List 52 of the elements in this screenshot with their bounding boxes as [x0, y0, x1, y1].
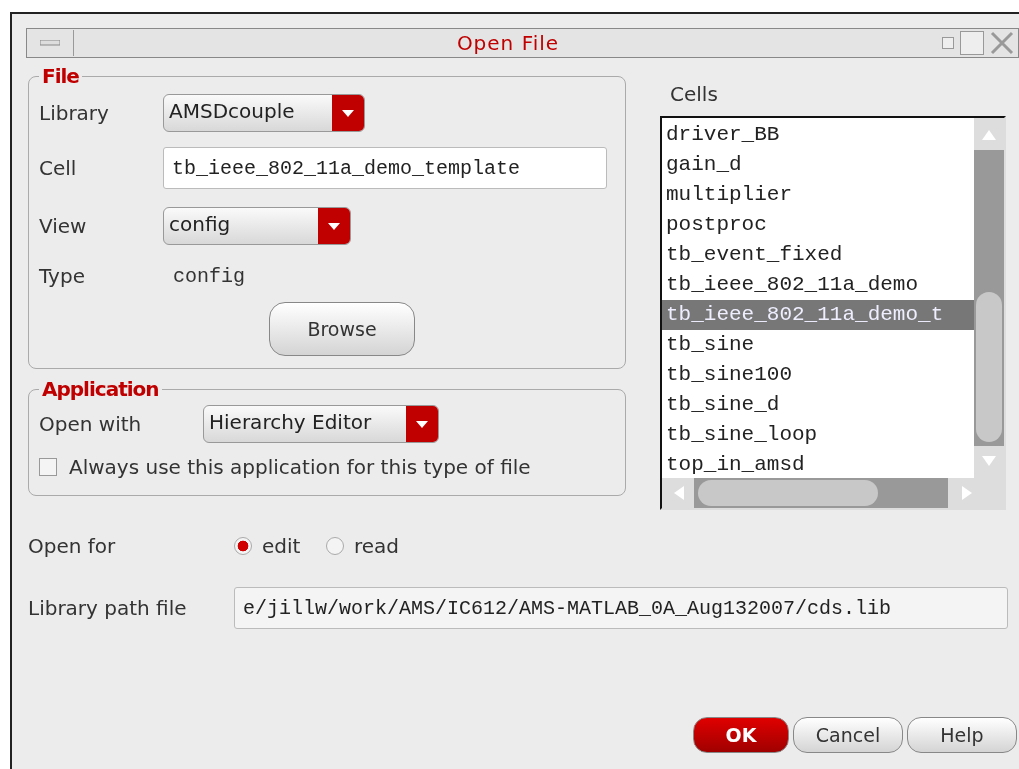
- caret-icon: [415, 419, 429, 429]
- list-item[interactable]: tb_sine_d: [662, 390, 974, 420]
- field-label: Type: [39, 264, 86, 288]
- vertical-scrollbar[interactable]: [974, 118, 1004, 478]
- window-title: Open File: [455, 31, 561, 55]
- library-dropdown[interactable]: AMSDcouple: [163, 94, 365, 132]
- list-item[interactable]: tb_sine100: [662, 360, 974, 390]
- horizontal-scrollbar[interactable]: [662, 478, 1004, 508]
- list-item[interactable]: driver_BB: [662, 120, 974, 150]
- list-item[interactable]: top_in_amsd: [662, 450, 974, 478]
- group-title: Application: [41, 377, 160, 401]
- caret-icon: [341, 108, 355, 118]
- open-with-dropdown[interactable]: Hierarchy Editor: [203, 405, 439, 443]
- close-icon[interactable]: [990, 31, 1014, 55]
- field-label: View: [39, 214, 88, 238]
- field-label: Library path file: [28, 596, 188, 620]
- view-dropdown[interactable]: config: [163, 207, 351, 245]
- radio-label: edit: [262, 534, 302, 558]
- list-item[interactable]: gain_d: [662, 150, 974, 180]
- dash-icon: [40, 40, 60, 46]
- list-item[interactable]: tb_ieee_802_11a_demo_t: [662, 300, 974, 330]
- checkbox[interactable]: [39, 458, 57, 476]
- dialog-button[interactable]: Help: [907, 717, 1017, 753]
- field-label: Library: [39, 101, 110, 125]
- ok-button[interactable]: OK: [693, 717, 789, 753]
- list-item[interactable]: tb_sine_loop: [662, 420, 974, 450]
- list-item[interactable]: multiplier: [662, 180, 974, 210]
- field-label: Open for: [28, 534, 117, 558]
- list-label: Cells: [670, 82, 719, 106]
- list-item[interactable]: tb_sine: [662, 330, 974, 360]
- minimize-button[interactable]: [942, 37, 954, 49]
- radio-button[interactable]: [234, 537, 252, 555]
- field-label: Cell: [39, 156, 78, 180]
- list-item[interactable]: postproc: [662, 210, 974, 240]
- browse-button[interactable]: Browse: [269, 302, 415, 356]
- checkbox-label: Always use this application for this type of file: [69, 455, 532, 479]
- caret-icon: [327, 221, 341, 231]
- scroll-up-icon[interactable]: [974, 118, 1004, 150]
- library-path-field[interactable]: e/jillw/work/AMS/IC612/AMS-MATLAB_0A_Aug132007/cds.lib: [234, 587, 1008, 629]
- field-label: Open with: [39, 412, 143, 436]
- list-item[interactable]: tb_ieee_802_11a_demo: [662, 270, 974, 300]
- dialog-button[interactable]: Cancel: [793, 717, 903, 753]
- radio-label: read: [354, 534, 401, 558]
- scroll-left-icon[interactable]: [662, 478, 694, 508]
- scroll-down-icon[interactable]: [974, 446, 1004, 478]
- maximize-button[interactable]: [960, 31, 984, 55]
- group-title: File: [41, 64, 80, 88]
- list-item[interactable]: tb_event_fixed: [662, 240, 974, 270]
- scroll-right-icon[interactable]: [948, 478, 1004, 508]
- radio-button[interactable]: [326, 537, 344, 555]
- cell-field[interactable]: tb_ieee_802_11a_demo_template: [163, 147, 607, 189]
- type-value: config: [173, 264, 245, 288]
